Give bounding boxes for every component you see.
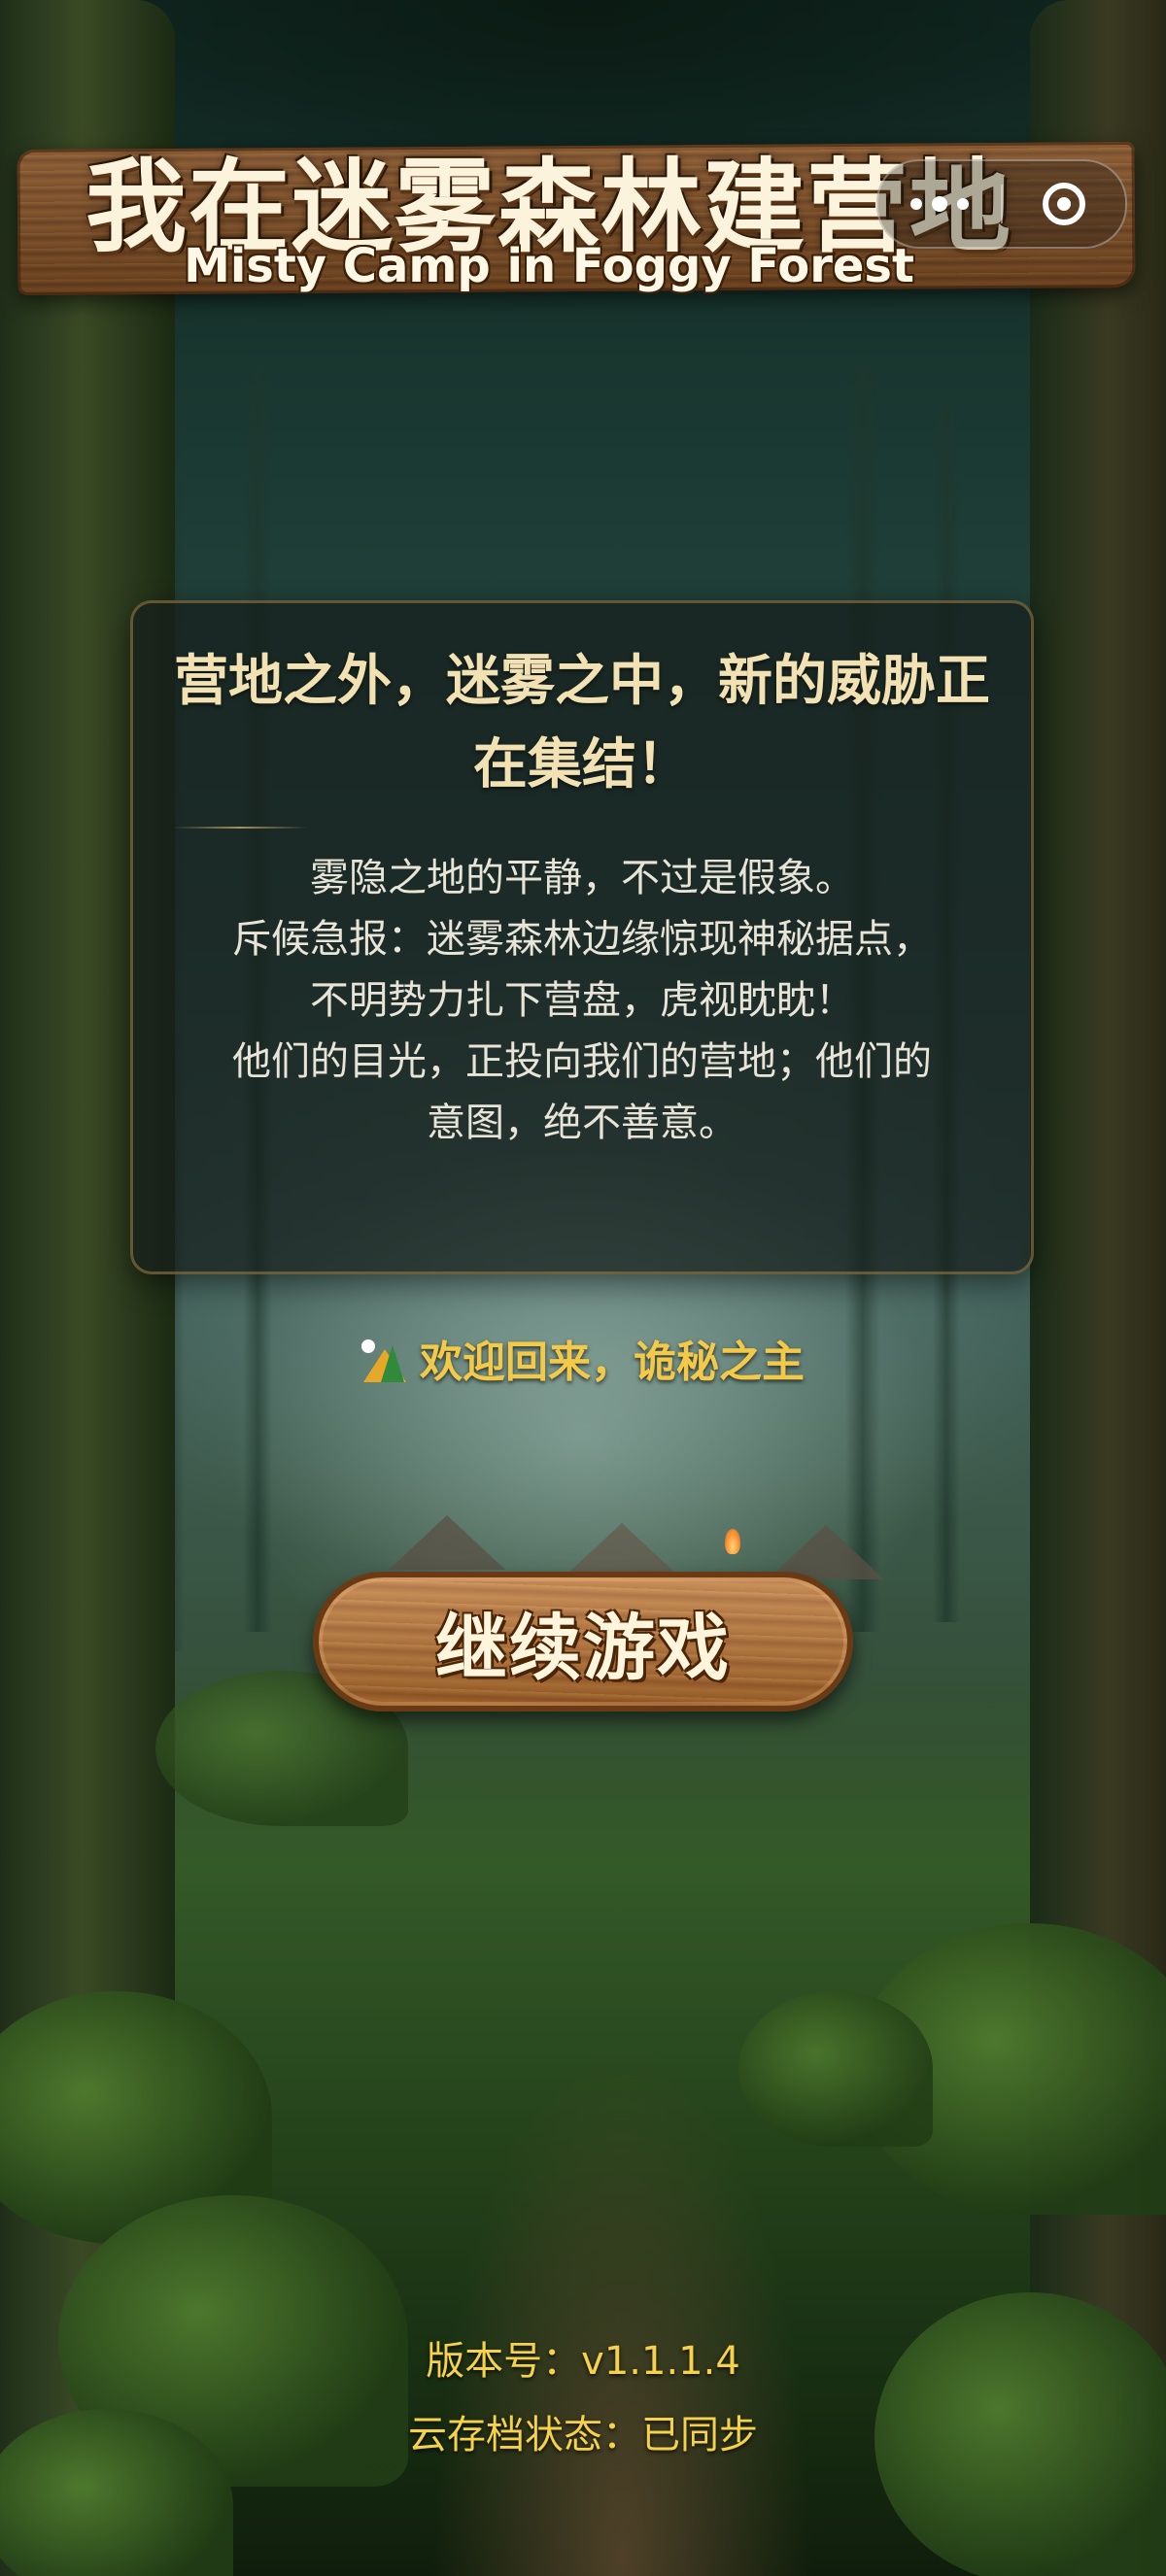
continue-game-label: 继续游戏 bbox=[435, 1606, 731, 1690]
background-tent bbox=[389, 1515, 505, 1570]
target-close-icon[interactable] bbox=[1003, 161, 1125, 247]
story-line: 意图，绝不善意。 bbox=[427, 1101, 737, 1145]
story-title: 营地之外，迷雾之中，新的威胁正在集结！ bbox=[174, 650, 990, 797]
fern-plant bbox=[738, 1991, 933, 2147]
camping-icon bbox=[361, 1339, 408, 1382]
welcome-text: 欢迎回来，诡秘之主 bbox=[420, 1338, 805, 1387]
more-dots-icon[interactable] bbox=[878, 161, 1001, 247]
miniprogram-capsule bbox=[876, 159, 1127, 249]
campfire-icon bbox=[725, 1529, 740, 1554]
story-line: 雾隐之地的平静，不过是假象。 bbox=[310, 856, 854, 900]
forest-background bbox=[0, 0, 1166, 2576]
story-card: 营地之外，迷雾之中，新的威胁正在集结！ 雾隐之地的平静，不过是假象。 斥候急报：… bbox=[130, 600, 1034, 1274]
version-number: 版本号：v1.1.1.4 bbox=[426, 2339, 740, 2384]
story-line: 他们的目光，正投向我们的营地；他们的 bbox=[232, 1039, 932, 1084]
divider bbox=[172, 827, 308, 829]
welcome-message: 欢迎回来，诡秘之主 bbox=[0, 1327, 1166, 1389]
story-line: 不明势力扎下营盘，虎视眈眈！ bbox=[310, 978, 854, 1023]
background-tent bbox=[564, 1523, 680, 1577]
continue-game-button[interactable]: 继续游戏 bbox=[313, 1572, 853, 1712]
story-line: 斥候急报：迷雾森林边缘惊现神秘据点， bbox=[232, 917, 932, 962]
cloud-save-status: 云存档状态：已同步 bbox=[408, 2413, 758, 2457]
story-body: 雾隐之地的平静，不过是假象。 斥候急报：迷雾森林边缘惊现神秘据点， 不明势力扎下… bbox=[162, 848, 1002, 1154]
